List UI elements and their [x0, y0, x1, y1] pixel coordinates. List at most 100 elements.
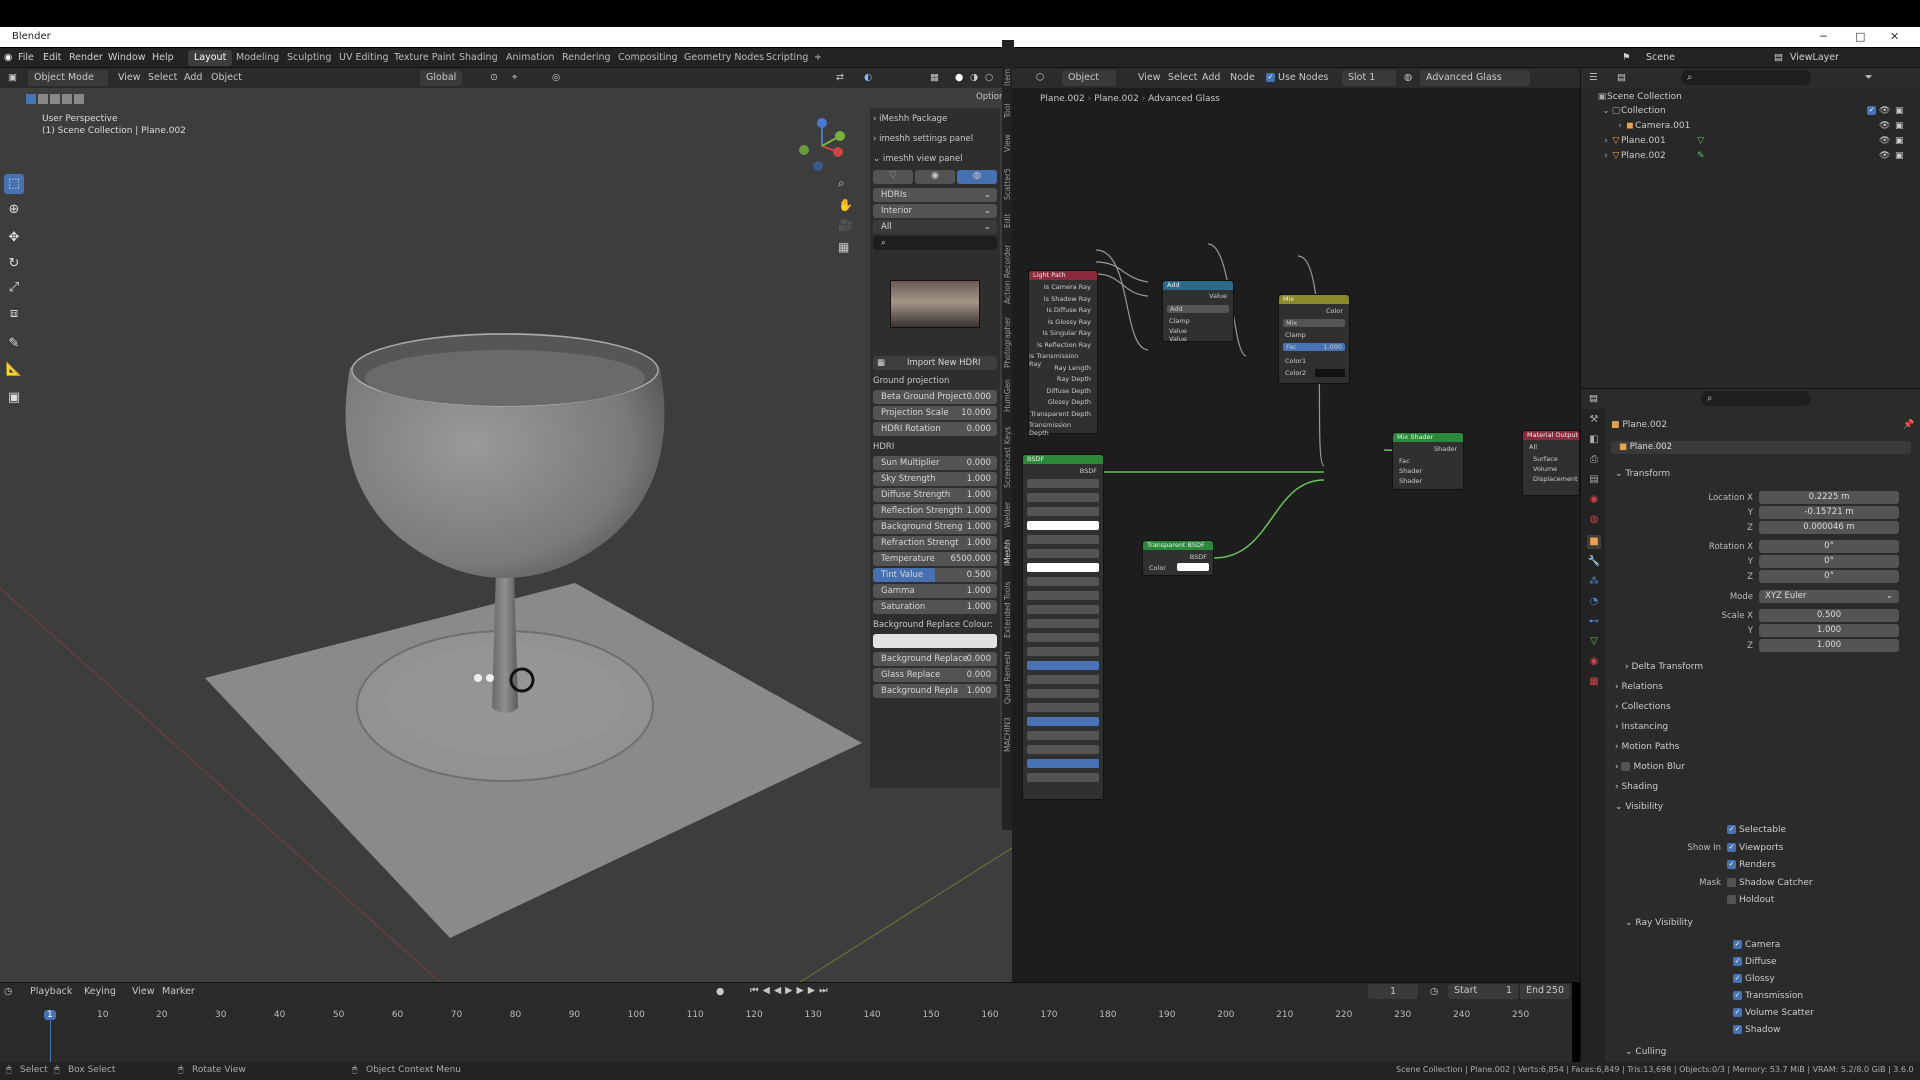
current-frame-field[interactable]: 1	[1368, 984, 1418, 999]
gamma-field[interactable]: Gamma 1.000	[873, 584, 997, 598]
ray-visibility-section[interactable]: ⌄ Ray Visibility	[1625, 918, 1693, 928]
outliner-item-scene-collection[interactable]: ▣Scene Collection	[1597, 92, 1682, 102]
render-camera-icon[interactable]: ▣	[1895, 136, 1904, 146]
data-props-icon[interactable]: ▽	[1587, 635, 1601, 649]
outliner-item-camera[interactable]: › ◼Camera.001	[1615, 121, 1690, 131]
background-replace-alt-field[interactable]: Background Repla 1.000	[873, 684, 997, 698]
relations-section[interactable]: › Relations	[1615, 682, 1663, 692]
glass-replace-field[interactable]: Glass Replace 0.000	[873, 668, 997, 682]
scale-y-field[interactable]: 1.000	[1759, 624, 1899, 637]
viewlayer-selector[interactable]: ViewLayer	[1790, 52, 1839, 63]
render-camera-icon[interactable]: ▣	[1895, 151, 1904, 161]
math-operation-dropdown[interactable]: Add	[1167, 305, 1229, 313]
shader-node-editor[interactable]: ⬡ Object View Select Add Node ✓ Use Nodes…	[1012, 68, 1580, 982]
viewports-checkbox[interactable]: ✓ Viewports	[1727, 843, 1784, 853]
render-camera-icon[interactable]: ▣	[1895, 121, 1904, 131]
ray-diffuse-checkbox[interactable]: ✓ Diffuse	[1733, 957, 1777, 967]
end-frame-field[interactable]: End 250	[1520, 984, 1570, 999]
menu-render[interactable]: Render	[69, 52, 103, 63]
bsdf-input-field[interactable]	[1027, 619, 1099, 628]
tab-geometry-nodes[interactable]: Geometry Nodes	[678, 50, 770, 66]
menu-help[interactable]: Help	[152, 52, 174, 63]
sky-strength-field[interactable]: Sky Strength 1.000	[873, 472, 997, 486]
3d-viewport[interactable]: ▣ Object Mode View Select Add Object Glo…	[0, 68, 1012, 982]
exclude-checkbox[interactable]: ✓	[1867, 106, 1879, 116]
ray-camera-checkbox[interactable]: ✓ Camera	[1733, 940, 1780, 950]
auto-keying-icon[interactable]: ●	[716, 986, 724, 997]
outliner-item-plane-002[interactable]: › ▽ Plane.002 ✎	[1601, 151, 1706, 161]
scene-props-icon[interactable]: ◉	[1587, 493, 1601, 507]
object-name-field[interactable]: ■ Plane.002	[1611, 441, 1911, 454]
ray-glossy-checkbox[interactable]: ✓ Glossy	[1733, 974, 1775, 984]
playback-controls[interactable]: ⏮◀◀▶▶▶⏭	[750, 985, 832, 996]
ray-volume-scatter-checkbox[interactable]: ✓ Volume Scatter	[1733, 1008, 1814, 1018]
outliner-item-plane-001[interactable]: › ▽ Plane.001 ▽	[1601, 136, 1706, 146]
start-frame-field[interactable]: Start 1	[1448, 984, 1518, 999]
node-light-path[interactable]: Light Path Is Camera Ray Is Shadow Ray Is …	[1028, 270, 1098, 437]
fac-slider[interactable]: Fac 1.000	[1283, 343, 1345, 351]
outliner-search-input[interactable]: ⌕	[1681, 70, 1811, 85]
timeline-menu-marker[interactable]: Marker	[162, 986, 195, 997]
section-imeshh-package[interactable]: › iMeshh Package	[873, 114, 947, 124]
timeline[interactable]: ◷ Playback Keying View Marker ● ⏮◀◀▶▶▶⏭ …	[0, 982, 1572, 1063]
output-props-icon[interactable]: ⎙	[1587, 453, 1601, 467]
visibility-eye-icon[interactable]: 👁	[1879, 121, 1890, 131]
hdri-rotation-field[interactable]: HDRI Rotation 0.000	[873, 422, 997, 436]
bsdf-input-field[interactable]	[1027, 577, 1099, 586]
location-z-field[interactable]: 0.000046 m	[1759, 521, 1899, 534]
node-mix-shader[interactable]: Mix Shader Shader Fac Shader Shader	[1392, 432, 1464, 490]
properties-search-input[interactable]: ⌕	[1701, 391, 1811, 406]
pin-icon[interactable]: 📌	[1903, 420, 1914, 430]
node-principled-bsdf[interactable]: BSDF BSDF	[1022, 454, 1104, 800]
outliner-item-collection[interactable]: ⌄ ▢Collection	[1601, 106, 1665, 116]
scene-selector[interactable]: Scene	[1646, 52, 1675, 63]
rotation-x-field[interactable]: 0°	[1759, 540, 1899, 553]
hdri-thumbnail[interactable]	[890, 280, 980, 328]
bsdf-input-field[interactable]	[1027, 479, 1099, 488]
node-transparent-bsdf[interactable]: Transparent BSDF BSDF Color	[1142, 540, 1214, 576]
texture-props-icon[interactable]: ▦	[1587, 675, 1601, 689]
playhead[interactable]	[50, 1019, 51, 1063]
render-camera-icon[interactable]: ▣	[1895, 106, 1904, 116]
bsdf-input-field[interactable]	[1027, 731, 1099, 740]
visibility-eye-icon[interactable]: 👁	[1879, 151, 1890, 161]
bsdf-input-field[interactable]	[1027, 675, 1099, 684]
editor-type-icon[interactable]: ☰	[1589, 72, 1598, 83]
constraints-props-icon[interactable]: ⊷	[1587, 615, 1601, 629]
selectable-checkbox[interactable]: ✓ Selectable	[1727, 825, 1786, 835]
bsdf-input-field[interactable]	[1027, 493, 1099, 502]
tab-uv-editing[interactable]: UV Editing	[333, 50, 395, 66]
ray-transmission-checkbox[interactable]: ✓ Transmission	[1733, 991, 1803, 1001]
culling-section[interactable]: ⌄ Culling	[1625, 1047, 1666, 1057]
render-props-icon[interactable]: ◧	[1587, 433, 1601, 447]
timeline-menu-playback[interactable]: Playback	[30, 986, 72, 997]
menu-edit[interactable]: Edit	[43, 52, 61, 63]
renders-checkbox[interactable]: ✓ Renders	[1727, 860, 1776, 870]
bsdf-input-field[interactable]	[1027, 647, 1099, 656]
transparent-color-swatch[interactable]	[1177, 563, 1209, 571]
tab-animation[interactable]: Animation	[500, 50, 560, 66]
visibility-eye-icon[interactable]: 👁	[1879, 136, 1890, 146]
beta-ground-projection-field[interactable]: Beta Ground Project 0.000	[873, 390, 997, 404]
materials-tab-icon[interactable]: ◉	[915, 170, 955, 184]
location-y-field[interactable]: -0.15721 m	[1759, 506, 1899, 519]
visibility-section[interactable]: ⌄ Visibility	[1615, 802, 1663, 812]
location-x-field[interactable]: 0.2225 m	[1759, 491, 1899, 504]
collections-section[interactable]: › Collections	[1615, 702, 1671, 712]
tab-rendering[interactable]: Rendering	[556, 50, 617, 66]
projection-scale-field[interactable]: Projection Scale 10.000	[873, 406, 997, 420]
tab-compositing[interactable]: Compositing	[612, 50, 684, 66]
zoom-icon[interactable]: ⌕	[838, 176, 845, 191]
shadow-catcher-checkbox[interactable]: Shadow Catcher	[1727, 878, 1813, 888]
blend-mode-dropdown[interactable]: Mix	[1283, 319, 1345, 327]
instancing-section[interactable]: › Instancing	[1615, 722, 1668, 732]
bsdf-input-field[interactable]	[1027, 759, 1099, 768]
blender-logo-icon[interactable]: ◉	[4, 52, 12, 63]
ortho-toggle-icon[interactable]: ▦	[838, 240, 849, 254]
filter-icon[interactable]: ⏷	[1865, 72, 1873, 83]
bsdf-input-field[interactable]	[1027, 773, 1099, 782]
temperature-field[interactable]: Temperature 6500.000	[873, 552, 997, 566]
models-tab-icon[interactable]: ♡	[873, 170, 913, 184]
world-props-icon[interactable]: ◍	[1587, 513, 1601, 527]
reflection-strength-field[interactable]: Reflection Strength 1.000	[873, 504, 997, 518]
